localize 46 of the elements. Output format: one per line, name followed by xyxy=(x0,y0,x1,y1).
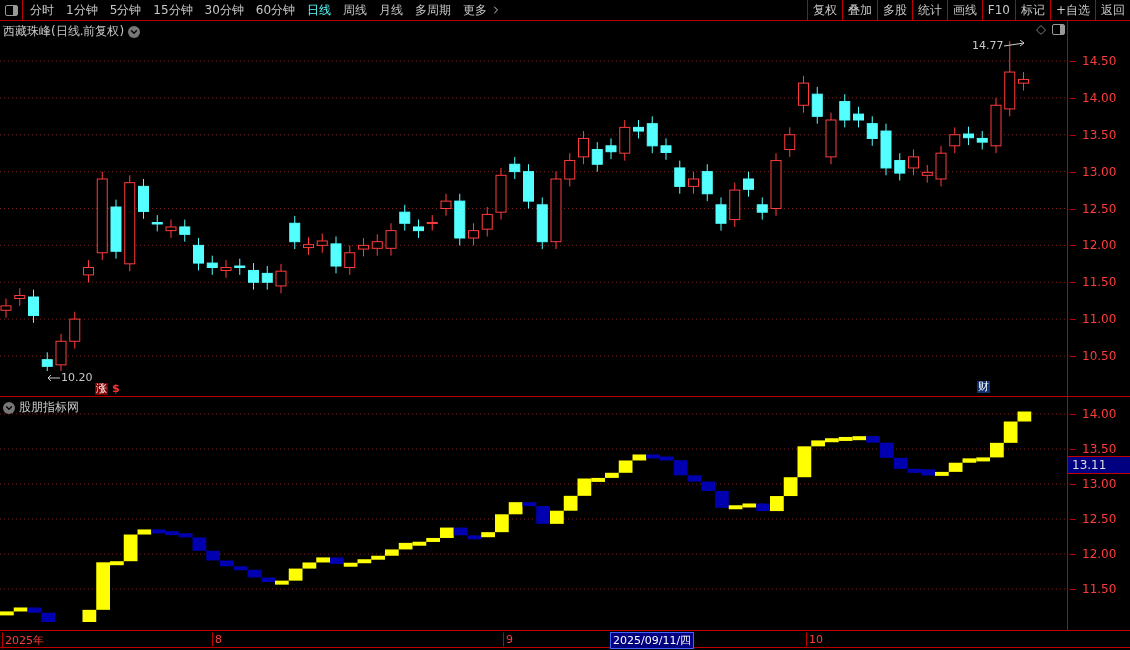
period-tab[interactable]: 多周期 xyxy=(410,0,457,20)
arrow-icon xyxy=(1004,40,1026,48)
high-price-label: 14.77 xyxy=(972,39,1004,52)
indicator-tick: 13.00 xyxy=(1070,477,1117,491)
date-label: 9 xyxy=(503,632,516,647)
date-label: 2025年 xyxy=(2,632,47,649)
period-tab[interactable]: 分时 xyxy=(25,0,59,20)
diamond-icon[interactable] xyxy=(1036,24,1046,35)
price-tick: 10.50 xyxy=(1070,349,1117,363)
price-tick: 12.00 xyxy=(1070,238,1117,253)
price-tick: 11.50 xyxy=(1070,275,1117,290)
dollar-marker[interactable]: $ xyxy=(111,383,121,395)
date-label: 8 xyxy=(212,632,225,647)
current-value-label: 13.11 xyxy=(1068,456,1130,474)
price-tick: 12.50 xyxy=(1070,201,1117,216)
price-tick: 14.00 xyxy=(1070,90,1117,105)
indicator-tick: 12.50 xyxy=(1070,512,1117,526)
low-price-label: 10.20 xyxy=(61,371,93,384)
panel-icon[interactable] xyxy=(1052,24,1065,35)
period-tab[interactable]: 30分钟 xyxy=(199,0,249,20)
period-tab[interactable]: 15分钟 xyxy=(148,0,198,20)
price-tick: 13.00 xyxy=(1070,164,1117,179)
chevron-down-icon[interactable] xyxy=(128,25,141,38)
period-tab[interactable]: 5分钟 xyxy=(104,0,147,20)
indicator-tick: 12.00 xyxy=(1070,547,1117,561)
period-tab[interactable]: 周线 xyxy=(338,0,373,20)
indicator-tick: 11.50 xyxy=(1070,582,1117,596)
date-label: 10 xyxy=(806,632,826,647)
price-tick: 13.50 xyxy=(1070,127,1117,142)
arrow-icon xyxy=(47,374,61,382)
panel-icon xyxy=(4,4,18,16)
chart-title: 西藏珠峰(日线.前复权) xyxy=(3,23,125,40)
period-tab[interactable]: 60分钟 xyxy=(250,0,301,20)
indicator-tick: 14.00 xyxy=(1070,407,1117,421)
event-marker[interactable]: 财 xyxy=(977,381,990,393)
date-label: 2025/09/11/四 xyxy=(610,632,695,649)
price-tick: 14.50 xyxy=(1070,54,1117,68)
event-marker[interactable]: 涨 xyxy=(95,383,108,395)
period-tab[interactable]: 月线 xyxy=(374,0,409,20)
period-tab[interactable]: 日线 xyxy=(302,0,337,20)
more-menu[interactable]: 更多 xyxy=(458,0,508,20)
period-tab[interactable]: 1分钟 xyxy=(61,0,103,20)
indicator-tick: 13.50 xyxy=(1070,442,1117,456)
price-tick: 11.00 xyxy=(1070,312,1117,327)
indicator-title: 股朋指标网 xyxy=(19,399,79,416)
chevron-down-icon[interactable] xyxy=(3,401,15,414)
